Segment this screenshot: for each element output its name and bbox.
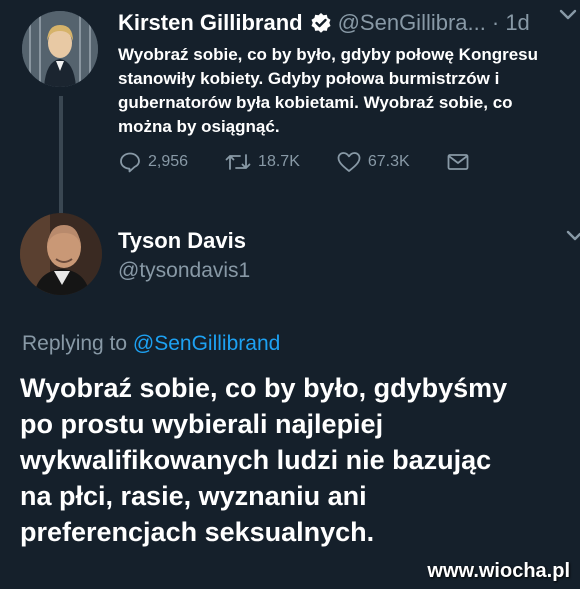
replying-to: Replying to @SenGillibrand [22,331,280,357]
caret-down-icon[interactable] [566,226,580,246]
message-button[interactable] [446,150,476,174]
thread-line [59,96,63,214]
tweet2-author-handle[interactable]: @tysondavis1 [118,258,250,284]
replying-to-label: Replying to [22,332,133,355]
reply-count: 2,956 [148,153,189,170]
tweet2-text: Wyobraź sobie, co by było, gdybyśmy po p… [20,373,508,547]
tweet2-author-name[interactable]: Tyson Davis [118,228,246,254]
tweet1-author-handle[interactable]: @SenGillibra... [338,9,486,37]
avatar-kirsten[interactable] [22,11,98,87]
tweet1-timestamp[interactable]: · 1d [492,9,530,37]
verified-badge-icon [310,12,332,34]
tweet1-author-name[interactable]: Kirsten Gillibrand [118,9,303,37]
tweet1-header: Kirsten Gillibrand @SenGillibra... · 1d [118,9,530,37]
avatar-tyson[interactable] [20,213,102,295]
watermark: www.wiocha.pl [427,560,570,582]
tweet-screenshot: Kirsten Gillibrand @SenGillibra... · 1d … [0,0,580,589]
reply-icon [120,152,140,173]
retweet-button[interactable]: 18.7K [224,150,300,174]
message-icon [447,154,469,170]
caret-down-icon[interactable] [556,2,580,26]
like-icon [337,152,361,172]
replying-to-handle[interactable]: @SenGillibrand [133,332,280,355]
tweet1-text: Wyobraź sobie, co by było, gdyby połowę … [118,45,539,136]
like-count: 67.3K [367,153,410,170]
reply-button[interactable]: 2,956 [118,150,188,174]
retweet-count: 18.7K [258,153,300,170]
tweet1-actions: 2,956 18.7K 67.3K [118,150,512,174]
like-button[interactable]: 67.3K [336,150,410,174]
retweet-icon [225,154,251,170]
